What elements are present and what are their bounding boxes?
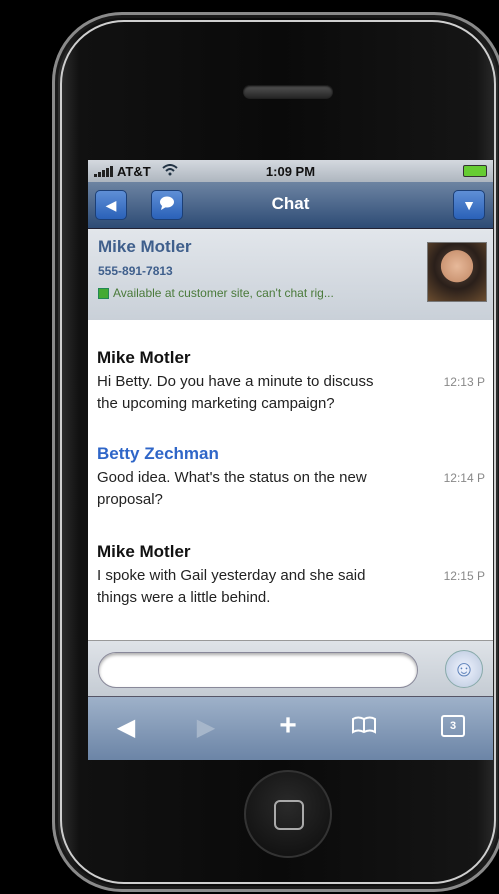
contact-status: Available at customer site, can't chat r… [98,286,334,300]
nav-title: Chat [271,194,310,213]
message-item: Mike Motler Hi Betty. Do you have a minu… [97,348,485,415]
avatar [427,242,487,302]
message-input[interactable] [98,652,418,688]
battery-icon [463,165,487,177]
back-icon[interactable]: ◀ [106,713,146,742]
contact-header[interactable]: Mike Motler 555-891-7813 Available at cu… [88,229,493,322]
message-item: Mike Motler I spoke with Gail yesterday … [97,542,485,609]
dropdown-button[interactable]: ▼ [453,190,485,220]
presence-icon [98,287,109,299]
message-time: 12:13 P [443,375,485,389]
tabs-count: 3 [441,715,465,737]
bookmarks-icon[interactable] [344,713,384,741]
add-icon[interactable]: + [268,709,308,743]
message-sender: Mike Motler [97,348,191,367]
message-item: Betty Zechman Good idea. What's the stat… [97,444,485,511]
message-time: 12:14 P [443,471,485,485]
message-sender: Mike Motler [97,542,191,561]
tabs-icon[interactable]: 3 [433,713,473,737]
contact-status-text: Available at customer site, can't chat r… [113,286,334,300]
phone-screen: AT&T 1:09 PM ◀ Chat ▼ Mike Motler 555-89… [88,160,493,760]
clock: 1:09 PM [265,163,316,179]
home-square-icon [274,800,304,830]
chevron-down-icon: ▼ [462,197,476,213]
composer-bar: ☺ [88,640,493,697]
browser-toolbar: ◀ ▶ + 3 [88,696,493,760]
contact-name: Mike Motler [98,237,192,256]
message-time: 12:15 P [443,569,485,583]
message-sender: Betty Zechman [97,444,219,463]
contact-phone[interactable]: 555-891-7813 [98,264,173,278]
smiley-icon: ☺ [452,656,476,681]
emoji-button[interactable]: ☺ [445,650,483,688]
nav-bar: ◀ Chat ▼ [88,182,493,229]
message-text: Hi Betty. Do you have a minute to discus… [97,373,374,412]
home-button[interactable] [244,770,332,858]
forward-icon[interactable]: ▶ [186,713,226,742]
message-text: I spoke with Gail yesterday and she said… [97,567,366,606]
message-text: Good idea. What's the status on the new … [97,469,367,508]
message-list: Mike Motler Hi Betty. Do you have a minu… [88,320,493,660]
speaker-grille [243,85,333,99]
status-bar: AT&T 1:09 PM [88,160,493,182]
